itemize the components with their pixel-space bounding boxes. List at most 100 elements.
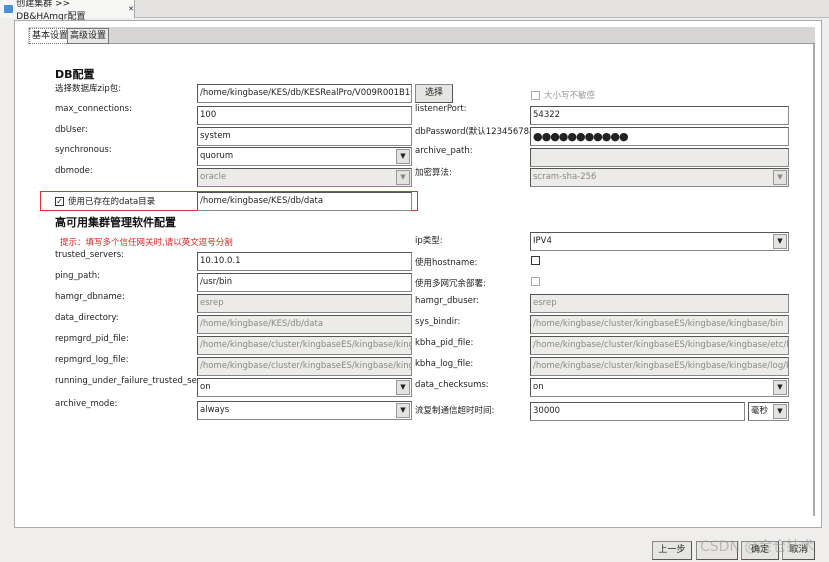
use-existing-data-checkbox[interactable]: ✓ <box>55 196 64 206</box>
sys-bindir-value: /home/kingbase/cluster/kingbaseES/kingba… <box>533 319 784 329</box>
ip-value: IPV4 <box>533 236 552 246</box>
close-icon[interactable]: ✕ <box>128 5 134 13</box>
max-connections-input[interactable]: 100 <box>197 106 412 125</box>
ip-label: ip类型: <box>415 236 443 246</box>
dbuser-label: dbUser: <box>55 125 88 135</box>
hostname-label: 使用hostname: <box>415 258 478 268</box>
chevron-down-icon[interactable]: ▼ <box>773 404 787 419</box>
running-under-failure-trusted-servers-value: on <box>200 382 211 392</box>
field-input[interactable]: 30000 <box>530 402 745 421</box>
dbmode-value: oracle <box>200 172 227 182</box>
use-existing-data-option[interactable]: ✓ 使用已存在的data目录 <box>55 195 155 207</box>
listenerport-label: listenerPort: <box>415 104 467 114</box>
kbha-pid-file-input[interactable]: /home/kingbase/cluster/kingbaseES/kingba… <box>530 336 789 355</box>
chevron-down-icon[interactable]: ▼ <box>396 170 410 185</box>
kbha-log-file-value: /home/kingbase/cluster/kingbaseES/kingba… <box>533 361 788 371</box>
hamgr-dbuser-label: hamgr_dbuser: <box>415 296 480 306</box>
synchronous-label: synchronous: <box>55 145 112 155</box>
zip-label: 选择数据库zip包: <box>55 84 122 94</box>
case-insensitive-label: 大小写不敏感 <box>544 91 596 101</box>
ip-select[interactable]: IPV4 ▼ <box>530 232 789 251</box>
chevron-down-icon[interactable]: ▼ <box>396 149 410 164</box>
hamgr-dbname-value: esrep <box>200 298 224 308</box>
unit-select[interactable]: 毫秒 ▼ <box>748 402 789 421</box>
dbpassword12345678ab-input[interactable]: ●●●●●●●●●●● <box>530 127 789 146</box>
chevron-down-icon[interactable]: ▼ <box>396 380 410 395</box>
ping-path-label: ping_path: <box>55 271 100 281</box>
ping-path-value: /usr/bin <box>200 277 233 287</box>
hint-text: 提示：填写多个信任网关时,请以英文逗号分割 <box>60 238 233 248</box>
editor-tab[interactable]: 创建集群 >> DB&HAmgr配置 ✕ <box>0 0 135 22</box>
dbmode-select[interactable]: oracle ▼ <box>197 168 412 187</box>
chevron-down-icon[interactable]: ▼ <box>773 380 787 395</box>
data-directory-label: data_directory: <box>55 313 119 323</box>
repmgrd-pid-file-input[interactable]: /home/kingbase/cluster/kingbaseES/kingba… <box>197 336 412 355</box>
repmgrd-log-file-input[interactable]: /home/kingbase/cluster/kingbaseES/kingba… <box>197 357 412 376</box>
select-zip-button[interactable]: 选择 <box>415 84 453 103</box>
watermark: CSDN @金仓技术 <box>700 539 815 555</box>
dbmode-label: dbmode: <box>55 166 93 176</box>
hostname-checkbox[interactable] <box>531 256 540 265</box>
case-insensitive-checkbox[interactable] <box>531 90 540 100</box>
data-directory-value: /home/kingbase/KES/db/data <box>200 319 324 329</box>
running-under-failure-trusted-servers-select[interactable]: on ▼ <box>197 378 412 397</box>
hamgr-dbname-label: hamgr_dbname: <box>55 292 125 302</box>
archive-mode-value: always <box>200 405 230 415</box>
trusted-servers-value: 10.10.0.1 <box>200 256 241 266</box>
kbha-log-file-label: kbha_log_file: <box>415 359 474 369</box>
repmgrd-pid-file-value: /home/kingbase/cluster/kingbaseES/kingba… <box>200 340 411 350</box>
max-connections-label: max_connections: <box>55 104 132 114</box>
dbuser-value: system <box>200 131 231 141</box>
data-checksums-label: data_checksums: <box>415 380 489 390</box>
archive-path-label: archive_path: <box>415 146 473 156</box>
archive-mode-select[interactable]: always ▼ <box>197 401 412 420</box>
hamgr-dbuser-input[interactable]: esrep <box>530 294 789 313</box>
kbha-log-file-input[interactable]: /home/kingbase/cluster/kingbaseES/kingba… <box>530 357 789 376</box>
field-value: scram-sha-256 <box>533 172 597 182</box>
chevron-down-icon[interactable]: ▼ <box>396 403 410 418</box>
repmgrd-log-file-value: /home/kingbase/cluster/kingbaseES/kingba… <box>200 361 411 371</box>
archive-mode-label: archive_mode: <box>55 399 118 409</box>
ping-path-input[interactable]: /usr/bin <box>197 273 412 292</box>
sys-bindir-input[interactable]: /home/kingbase/cluster/kingbaseES/kingba… <box>530 315 789 334</box>
data-checksums-value: on <box>533 382 544 392</box>
tab-advanced-settings[interactable]: 高级设置 <box>67 28 110 44</box>
db-section-title: DB配置 <box>55 68 95 81</box>
existing-data-dir-input[interactable]: /home/kingbase/KES/db/data <box>197 192 412 211</box>
zip-value: /home/kingbase/KES/db/KESRealPro/V009R00… <box>200 88 411 98</box>
repmgrd-pid-file-label: repmgrd_pid_file: <box>55 334 129 344</box>
editor-tab-title: 创建集群 >> DB&HAmgr配置 <box>16 0 86 22</box>
ha-section-title: 高可用集群管理软件配置 <box>55 216 176 229</box>
case-insensitive-option[interactable]: 大小写不敏感 <box>531 89 595 101</box>
tab-strip <box>28 27 815 44</box>
listenerport-value: 54322 <box>533 110 561 120</box>
hamgr-dbname-input[interactable]: esrep <box>197 294 412 313</box>
chevron-down-icon[interactable]: ▼ <box>773 234 787 249</box>
prev-button[interactable]: 上一步 <box>652 541 692 560</box>
field-label: 流复制通信超时时间: <box>415 406 495 416</box>
data-checksums-select[interactable]: on ▼ <box>530 378 789 397</box>
dbpassword12345678ab-value: ●●●●●●●●●●● <box>533 130 629 143</box>
tab-basic-settings[interactable]: 基本设置 <box>29 28 72 44</box>
trusted-servers-input[interactable]: 10.10.0.1 <box>197 252 412 271</box>
sys-bindir-label: sys_bindir: <box>415 317 461 327</box>
chevron-down-icon[interactable]: ▼ <box>773 170 787 185</box>
use-existing-data-label: 使用已存在的data目录 <box>68 197 156 207</box>
field-value: 30000 <box>533 406 561 416</box>
listenerport-input[interactable]: 54322 <box>530 106 789 125</box>
archive-path-input[interactable] <box>530 148 789 167</box>
field-label: 加密算法: <box>415 168 452 178</box>
data-directory-input[interactable]: /home/kingbase/KES/db/data <box>197 315 412 334</box>
max-connections-value: 100 <box>200 110 217 120</box>
trusted-servers-label: trusted_servers: <box>55 250 125 260</box>
zip-input[interactable]: /home/kingbase/KES/db/KESRealPro/V009R00… <box>197 84 412 103</box>
kbha-pid-file-value: /home/kingbase/cluster/kingbaseES/kingba… <box>533 340 788 350</box>
synchronous-select[interactable]: quorum ▼ <box>197 147 412 166</box>
field-select[interactable]: scram-sha-256 ▼ <box>530 168 789 187</box>
hamgr-dbuser-value: esrep <box>533 298 557 308</box>
unit-value: 毫秒 <box>751 406 769 416</box>
synchronous-value: quorum <box>200 151 234 161</box>
dbuser-input[interactable]: system <box>197 127 412 146</box>
field-checkbox[interactable] <box>531 277 540 286</box>
field-label: 使用多网冗余部署: <box>415 279 486 289</box>
